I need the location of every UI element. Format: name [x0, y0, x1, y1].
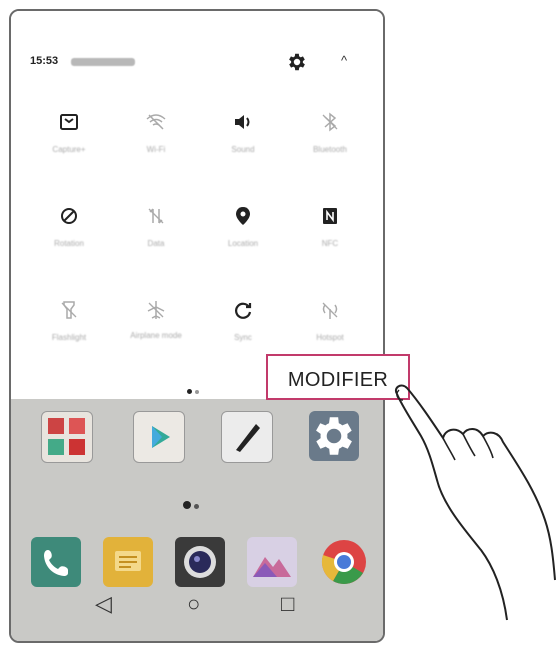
phone-icon[interactable] [31, 537, 81, 587]
phone-frame: 15:53 ^ Capture+ Wi-Fi Sound Bluetooth R… [9, 9, 385, 643]
location-icon [236, 207, 250, 225]
airplane-icon [147, 301, 165, 319]
tile-label: Wi-Fi [146, 145, 166, 154]
tile-label: NFC [321, 239, 339, 248]
tile-bluetooth[interactable]: Bluetooth [284, 107, 376, 197]
sync-icon [235, 302, 252, 319]
home-icon[interactable]: ○ [187, 591, 200, 617]
play-store-icon[interactable] [133, 411, 185, 463]
bluetooth-icon [322, 112, 338, 132]
messages-icon[interactable] [103, 537, 153, 587]
back-icon[interactable]: ◁ [95, 591, 112, 617]
tile-location[interactable]: Location [197, 201, 289, 291]
tile-label: Data [147, 239, 165, 248]
settings-icon[interactable] [309, 411, 359, 461]
tile-label: Sync [234, 333, 252, 342]
chrome-icon[interactable] [319, 537, 369, 587]
nfc-icon [323, 208, 337, 224]
tile-label: Capture+ [52, 145, 86, 154]
pen-icon[interactable] [221, 411, 273, 463]
quick-settings-panel: 15:53 ^ Capture+ Wi-Fi Sound Bluetooth R… [11, 11, 383, 399]
hand-pointer-icon [395, 384, 556, 621]
tile-rotation[interactable]: Rotation [23, 201, 115, 291]
hotspot-icon [322, 302, 338, 319]
google-folder-icon[interactable] [41, 411, 93, 463]
home-page-indicator [183, 496, 202, 514]
chevron-up-icon[interactable]: ^ [341, 53, 347, 68]
status-date [71, 58, 135, 66]
tile-data[interactable]: Data [110, 201, 202, 291]
tile-label: Flashlight [51, 333, 87, 342]
gear-icon[interactable] [286, 51, 308, 73]
tile-label: Bluetooth [313, 145, 347, 154]
tile-label: Location [227, 239, 259, 248]
capture-icon [60, 114, 78, 130]
tile-flashlight[interactable]: Flashlight [23, 295, 115, 385]
data-icon [148, 208, 164, 224]
sound-icon [235, 115, 250, 129]
page-indicator [187, 381, 202, 399]
tile-label: Airplane mode [130, 331, 182, 340]
status-time: 15:53 [30, 55, 59, 67]
rotation-icon [61, 208, 77, 224]
flashlight-icon [61, 301, 77, 319]
recents-icon[interactable]: □ [281, 591, 294, 617]
camera-icon[interactable] [175, 537, 225, 587]
tile-capture[interactable]: Capture+ [23, 107, 115, 197]
tile-nfc[interactable]: NFC [284, 201, 376, 291]
tile-label: Sound [231, 145, 255, 154]
tile-label: Rotation [54, 239, 84, 248]
wifi-off-icon [146, 114, 166, 130]
tile-sound[interactable]: Sound [197, 107, 289, 197]
gallery-icon[interactable] [247, 537, 297, 587]
tile-label: Hotspot [316, 333, 344, 342]
tile-wifi[interactable]: Wi-Fi [110, 107, 202, 197]
tile-airplane[interactable]: Airplane mode [110, 295, 202, 385]
